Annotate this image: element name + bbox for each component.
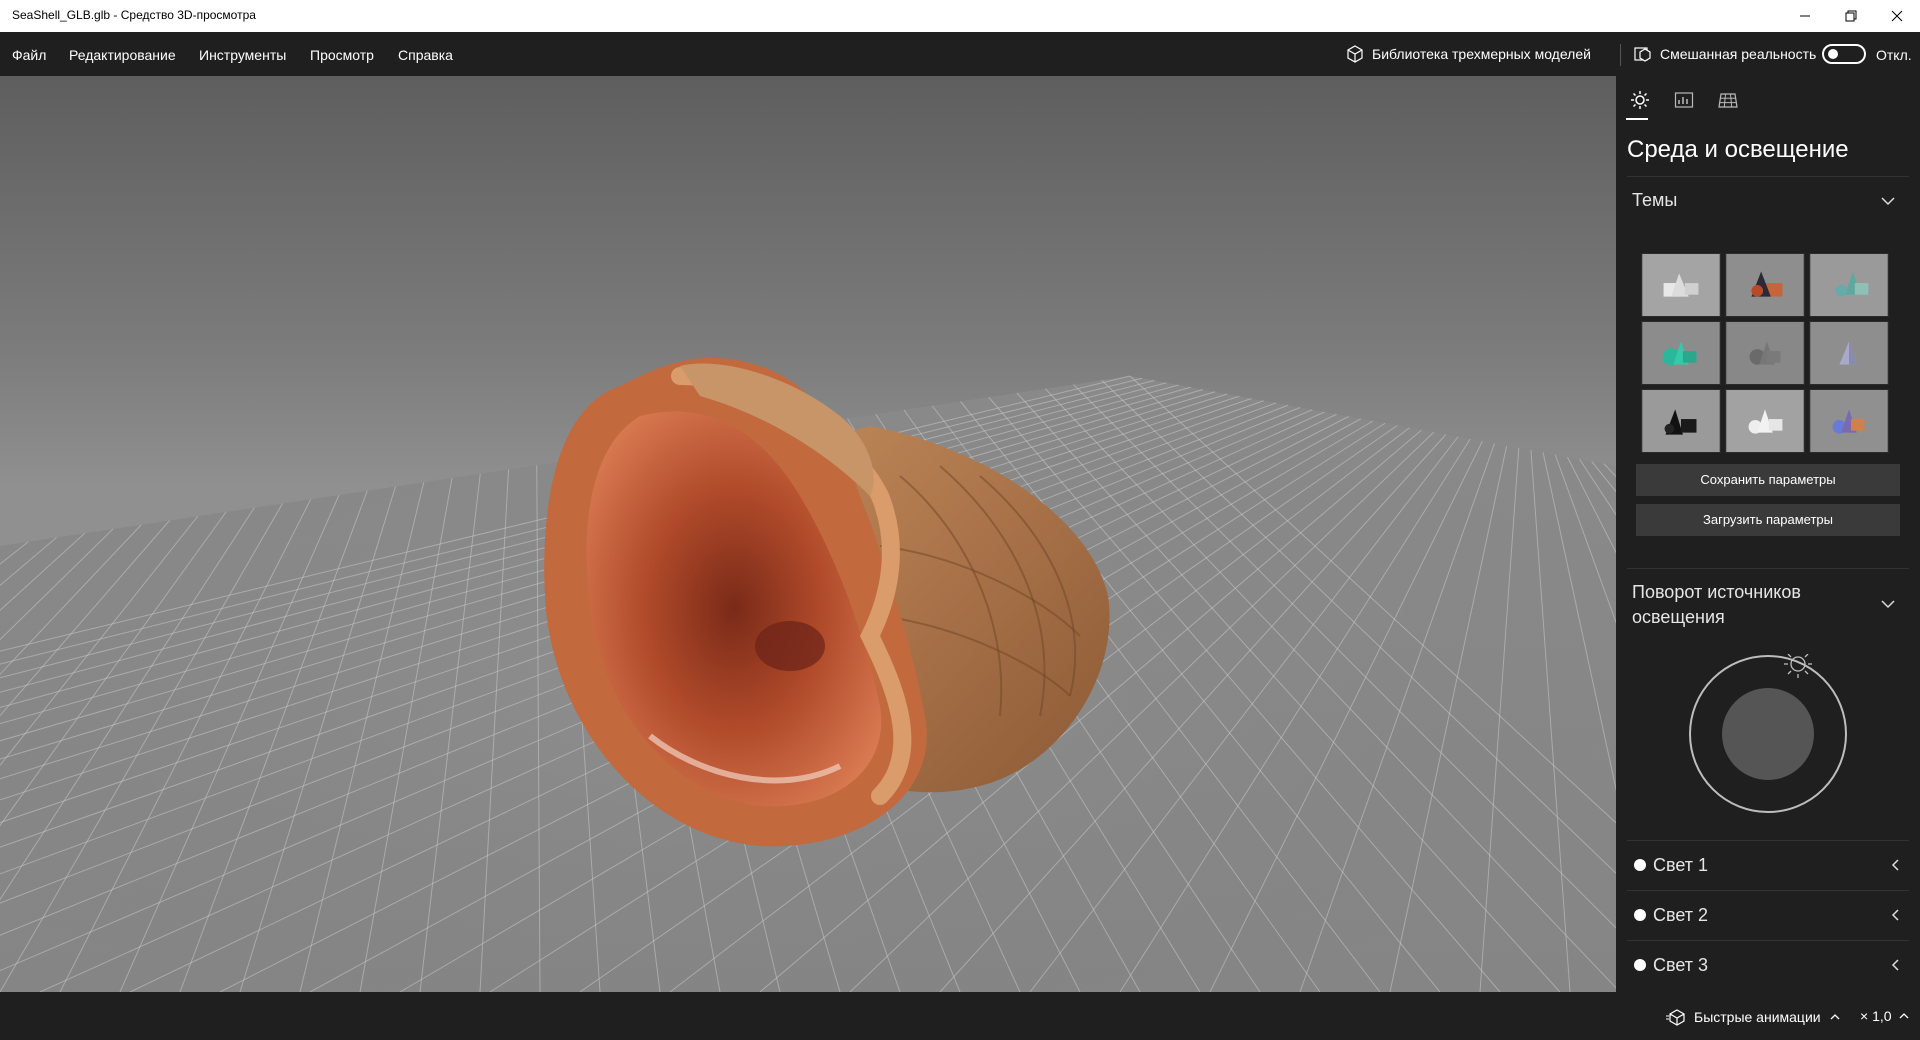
window-title: SeaShell_GLB.glb - Средство 3D-просмотра [12, 8, 256, 22]
chevron-down-icon[interactable] [1880, 193, 1896, 209]
playback-speed-button[interactable]: × 1,0 [1860, 1008, 1910, 1024]
toggle-state-label: Откл. [1876, 47, 1912, 63]
divider [1627, 568, 1909, 569]
chevron-up-icon [1830, 1014, 1840, 1020]
theme-thumbnail-7[interactable] [1641, 389, 1721, 453]
menu-view[interactable]: Просмотр [310, 47, 374, 63]
close-button[interactable] [1874, 0, 1920, 32]
theme-thumbnail-1[interactable] [1641, 253, 1721, 317]
stats-icon [1674, 92, 1694, 108]
theme-thumbnail-3[interactable] [1809, 253, 1889, 317]
minimize-button[interactable] [1782, 0, 1828, 32]
grid-icon [1718, 93, 1738, 108]
tab-statistics[interactable] [1670, 86, 1698, 114]
sun-icon [1631, 91, 1649, 109]
mixed-reality-button[interactable]: Смешанная реальность [1634, 42, 1816, 66]
title-bar: SeaShell_GLB.glb - Средство 3D-просмотра [0, 0, 1920, 32]
themes-header[interactable]: Темы [1632, 188, 1677, 213]
light-color-dot [1634, 859, 1646, 871]
3d-library-label: Библиотека трехмерных моделей [1372, 46, 1591, 62]
cube-icon [1347, 45, 1363, 63]
chevron-down-icon[interactable] [1880, 596, 1896, 612]
3d-library-button[interactable]: Библиотека трехмерных моделей [1346, 42, 1591, 66]
restore-button[interactable] [1828, 0, 1874, 32]
menu-bar: Файл Редактирование Инструменты Просмотр… [0, 32, 1920, 76]
theme-grid [1641, 253, 1893, 453]
minimize-icon [1800, 15, 1810, 17]
theme-thumbnail-2[interactable] [1725, 253, 1805, 317]
quick-animations-button[interactable]: Быстрые анимации [1666, 1008, 1841, 1026]
menu-tools[interactable]: Инструменты [199, 47, 286, 63]
light-label: Свет 3 [1653, 955, 1709, 975]
chevron-left-icon[interactable] [1889, 958, 1903, 972]
chevron-left-icon[interactable] [1889, 908, 1903, 922]
light-color-dot [1634, 959, 1646, 971]
menu-file[interactable]: Файл [12, 47, 46, 63]
environment-panel: Среда и освещение Темы Сохранить парамет… [1616, 76, 1920, 992]
light-row-2[interactable]: Свет 2 [1627, 890, 1909, 940]
quick-animations-label: Быстрые анимации [1694, 1009, 1821, 1025]
animation-icon [1666, 1009, 1685, 1026]
light-rotation-header[interactable]: Поворот источников освещения [1632, 580, 1862, 630]
divider [1627, 176, 1909, 177]
mixed-reality-label: Смешанная реальность [1660, 46, 1817, 62]
menu-help[interactable]: Справка [398, 47, 453, 63]
close-icon [1891, 10, 1903, 22]
light-rotation-dial[interactable] [1688, 654, 1848, 814]
scene-canvas [0, 357, 1616, 992]
menu-divider [1620, 44, 1621, 66]
tab-lighting[interactable] [1626, 86, 1654, 114]
theme-thumbnail-5[interactable] [1725, 321, 1805, 385]
theme-thumbnail-4[interactable] [1641, 321, 1721, 385]
light-row-3[interactable]: Свет 3 [1627, 940, 1909, 990]
tab-grid[interactable] [1714, 86, 1742, 114]
chevron-left-icon[interactable] [1889, 858, 1903, 872]
theme-thumbnail-6[interactable] [1809, 321, 1889, 385]
menu-edit[interactable]: Редактирование [69, 47, 176, 63]
save-settings-button[interactable]: Сохранить параметры [1636, 464, 1900, 496]
mixed-reality-icon [1634, 47, 1651, 62]
tab-selected-indicator [1626, 118, 1648, 120]
light-color-dot [1634, 909, 1646, 921]
light-label: Свет 2 [1653, 905, 1709, 925]
load-settings-button[interactable]: Загрузить параметры [1636, 504, 1900, 536]
theme-thumbnail-8[interactable] [1725, 389, 1805, 453]
mixed-reality-toggle[interactable] [1822, 44, 1866, 64]
light-row-1[interactable]: Свет 1 [1627, 840, 1909, 890]
status-bar: Быстрые анимации × 1,0 [0, 992, 1920, 1040]
theme-thumbnail-9[interactable] [1809, 389, 1889, 453]
3d-viewport[interactable] [0, 76, 1616, 992]
light-label: Свет 1 [1653, 855, 1709, 875]
panel-title: Среда и освещение [1627, 136, 1849, 163]
playback-speed-value: × 1,0 [1860, 1008, 1892, 1024]
chevron-up-icon [1899, 1013, 1908, 1019]
restore-icon [1845, 10, 1857, 22]
